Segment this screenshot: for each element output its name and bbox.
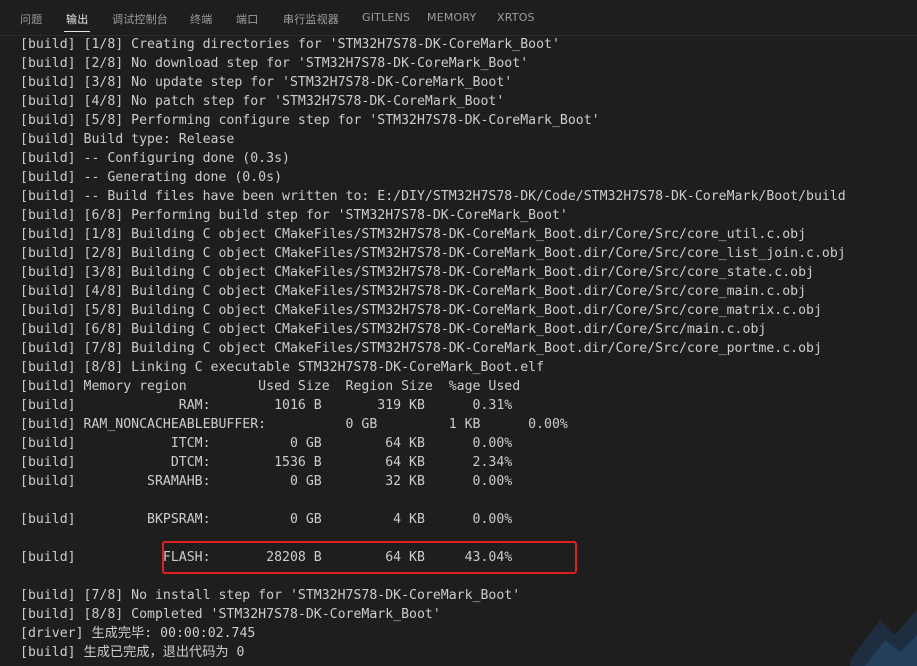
output-line: [build] [4/8] No patch step for 'STM32H7… [20, 94, 505, 109]
output-line: [build] [6/8] Building C object CMakeFil… [20, 322, 767, 337]
output-line: [build] [8/8] Completed 'STM32H7S78-DK-C… [20, 607, 441, 622]
output-line: [build] [1/8] Building C object CMakeFil… [20, 227, 807, 242]
active-tab-indicator [64, 31, 90, 32]
output-line: [build] -- Configuring done (0.3s) [20, 151, 290, 166]
output-line: [build] [5/8] Performing configure step … [20, 113, 600, 128]
output-line: [build] [8/8] Linking C executable STM32… [20, 360, 545, 375]
tab-xrtos[interactable]: XRTOS [497, 11, 535, 24]
memory-row-bkpsram: [build] BKPSRAM: 0 GB 4 KB 0.00% [20, 512, 513, 527]
output-line: [build] [2/8] No download step for 'STM3… [20, 56, 529, 71]
tab-debug-console[interactable]: 调试控制台 [112, 11, 168, 27]
tab-ports[interactable]: 端口 [236, 11, 258, 27]
output-line: [build] -- Generating done (0.0s) [20, 170, 283, 185]
output-line: [build] [2/8] Building C object CMakeFil… [20, 246, 846, 261]
tab-serial-monitor[interactable]: 串行监视器 [283, 11, 339, 27]
output-line: [build] [7/8] No install step for 'STM32… [20, 588, 521, 603]
tab-gitlens[interactable]: GITLENS [362, 11, 410, 24]
output-line: [build] [3/8] No update step for 'STM32H… [20, 75, 513, 90]
memory-row-ram: [build] RAM: 1016 B 319 KB 0.31% [20, 398, 513, 413]
tab-output[interactable]: 输出 [66, 11, 88, 27]
memory-table-header: [build] Memory region Used Size Region S… [20, 379, 521, 394]
output-panel: 问题 输出 调试控制台 终端 端口 串行监视器 GITLENS MEMORY X… [0, 0, 917, 666]
memory-row-itcm: [build] ITCM: 0 GB 64 KB 0.00% [20, 436, 513, 451]
flash-highlight-box [162, 541, 577, 574]
tab-problems[interactable]: 问题 [20, 11, 42, 27]
output-line: [build] -- Build files have been written… [20, 189, 846, 204]
tab-terminal[interactable]: 终端 [190, 11, 212, 27]
output-line: [build] [4/8] Building C object CMakeFil… [20, 284, 807, 299]
output-line: [build] [1/8] Creating directories for '… [20, 37, 560, 52]
output-line: [build] 生成已完成，退出代码为 0 [20, 645, 245, 660]
output-line: [build] [5/8] Building C object CMakeFil… [20, 303, 822, 318]
memory-row-sramahb: [build] SRAMAHB: 0 GB 32 KB 0.00% [20, 474, 513, 489]
output-line: [build] [7/8] Building C object CMakeFil… [20, 341, 822, 356]
tab-memory[interactable]: MEMORY [427, 11, 476, 24]
panel-tab-bar: 问题 输出 调试控制台 终端 端口 串行监视器 GITLENS MEMORY X… [0, 0, 917, 36]
output-line: [build] [6/8] Performing build step for … [20, 208, 568, 223]
memory-row-dtcm: [build] DTCM: 1536 B 64 KB 2.34% [20, 455, 513, 470]
output-line: [build] Build type: Release [20, 132, 235, 147]
watermark-icon [850, 610, 917, 666]
output-line: [driver] 生成完毕: 00:00:02.745 [20, 626, 256, 641]
memory-row-ram-noncacheable: [build] RAM_NONCACHEABLEBUFFER: 0 GB 1 K… [20, 417, 568, 432]
output-line: [build] [3/8] Building C object CMakeFil… [20, 265, 814, 280]
